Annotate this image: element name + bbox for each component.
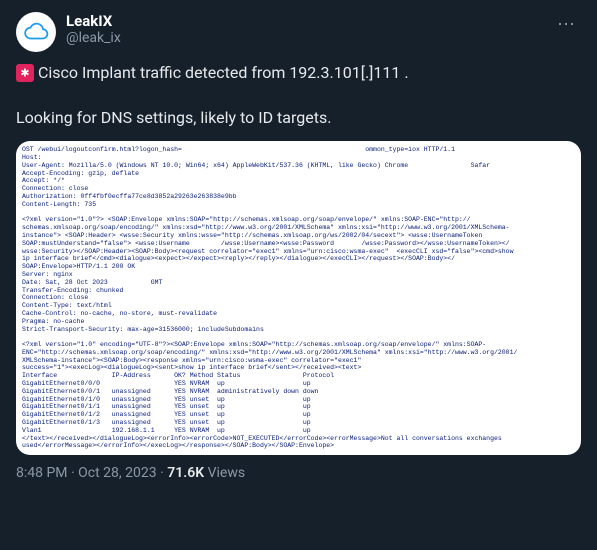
tweet-line-1: Cisco Implant traffic detected from 192.… [16,62,581,84]
tweet-container: LeakIX @leak_ix ⋯ Cisco Implant traffic … [0,0,597,493]
tweet-meta: 8:48 PM · Oct 28, 2023 · 71.6K Views [16,465,581,481]
tweet-header: LeakIX @leak_ix ⋯ [16,12,581,52]
embedded-image[interactable]: OST /webui/logoutconfirm.html?logon_hash… [16,141,581,455]
more-button[interactable]: ⋯ [551,12,581,37]
tweet-line-2: Looking for DNS settings, likely to ID t… [16,107,581,129]
display-name[interactable]: LeakIX [66,12,541,30]
tweet-line-1-text: Cisco Implant traffic detected from 192.… [34,63,409,82]
terminal-capture: OST /webui/logoutconfirm.html?logon_hash… [16,141,581,455]
post-date[interactable]: Oct 28, 2023 [78,465,156,481]
views-count[interactable]: 71.6K [167,465,204,481]
account-names: LeakIX @leak_ix [66,12,541,46]
handle[interactable]: @leak_ix [66,30,541,46]
views-label-text: Views [208,465,246,481]
post-time[interactable]: 8:48 PM [16,465,68,481]
siren-icon [16,64,34,82]
tweet-text: Cisco Implant traffic detected from 192.… [16,62,581,129]
cloud-icon [23,19,49,45]
avatar[interactable] [16,12,56,52]
